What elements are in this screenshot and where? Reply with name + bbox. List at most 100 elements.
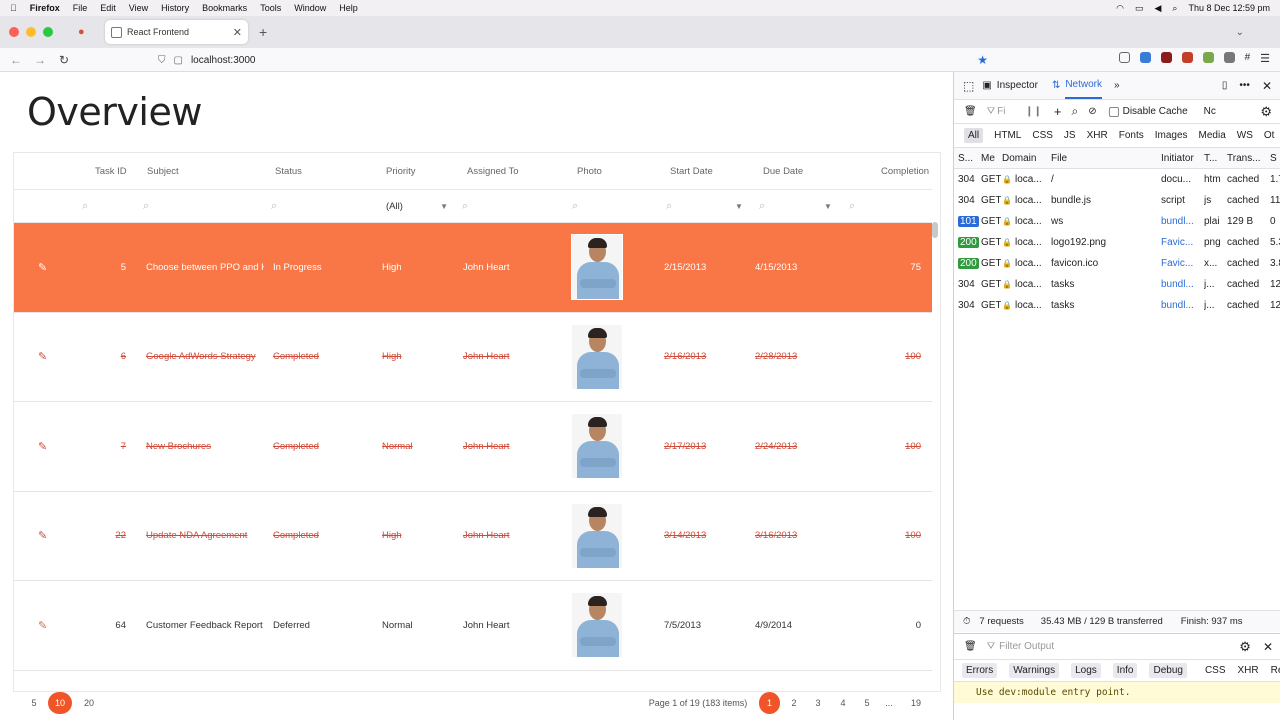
cell-subject[interactable]: Customer Feedback Report bbox=[146, 581, 264, 670]
ublock-icon[interactable] bbox=[1160, 52, 1172, 63]
cell-priority[interactable]: High bbox=[382, 313, 452, 402]
column-header-start-date[interactable]: Start Date bbox=[670, 153, 713, 189]
bookmark-star-icon[interactable]: ★ bbox=[977, 53, 988, 67]
page-3[interactable]: 3 bbox=[812, 692, 824, 714]
net-column-header-transferred[interactable]: Trans... bbox=[1227, 148, 1269, 168]
page-size-10[interactable]: 10 bbox=[48, 692, 72, 714]
battery-icon[interactable]: ▭ bbox=[1135, 3, 1144, 14]
menu-hamburger-icon[interactable]: ☰ bbox=[1260, 52, 1270, 65]
close-window-button[interactable] bbox=[9, 27, 19, 37]
cell-subject[interactable]: Google AdWords Strategy bbox=[146, 313, 264, 402]
net-column-header-initiator[interactable]: Initiator bbox=[1161, 148, 1203, 168]
more-tabs-icon[interactable]: » bbox=[1114, 80, 1120, 91]
block-icon[interactable]: ⊘ bbox=[1088, 106, 1096, 117]
network-request-row[interactable]: 304 GET 🔒 loca... bundle.js script js cached 11 bbox=[954, 190, 1280, 211]
type-filter-all[interactable]: All bbox=[964, 128, 984, 143]
type-filter-ot[interactable]: Ot bbox=[1264, 130, 1275, 141]
page-2[interactable]: 2 bbox=[788, 692, 800, 714]
menu-window[interactable]: Window bbox=[294, 3, 326, 13]
extension-multi-icon[interactable] bbox=[1202, 52, 1214, 63]
cell-assigned-to[interactable]: John Heart bbox=[463, 581, 553, 670]
volume-icon[interactable]: ◀ bbox=[1154, 3, 1161, 14]
table-row[interactable]: ✎ 7 New Brochures Completed Normal John Heart… bbox=[14, 402, 932, 492]
cell-priority[interactable]: High bbox=[382, 223, 452, 312]
cell-start-date[interactable]: 2/16/2013 bbox=[664, 313, 744, 402]
clear-trash-icon[interactable]: 🗑 bbox=[964, 106, 977, 117]
cell-task-id[interactable]: 64 bbox=[102, 581, 126, 670]
browser-tab[interactable]: React Frontend ✕ bbox=[105, 20, 248, 44]
extension-red-icon[interactable] bbox=[1181, 52, 1193, 63]
add-icon[interactable]: + bbox=[1054, 104, 1062, 119]
dock-icon[interactable]: ▯ bbox=[1222, 80, 1228, 91]
apple-icon[interactable]:  bbox=[10, 3, 17, 13]
tab-inspector[interactable]: Inspector bbox=[997, 80, 1038, 91]
disable-cache-label[interactable]: Disable Cache bbox=[1123, 106, 1188, 117]
net-column-header-method[interactable]: Me bbox=[981, 148, 1001, 168]
cell-status[interactable]: Completed bbox=[273, 313, 363, 402]
hash-icon[interactable]: # bbox=[1245, 52, 1251, 63]
cell-start-date[interactable]: 2/17/2013 bbox=[664, 402, 744, 491]
column-header-status[interactable]: Status bbox=[275, 153, 302, 189]
wifi-icon[interactable]: ◠ bbox=[1116, 3, 1124, 14]
menu-edit[interactable]: Edit bbox=[100, 3, 116, 13]
firefox-view-icon[interactable]: ● bbox=[78, 26, 85, 38]
edit-pencil-icon[interactable]: ✎ bbox=[38, 492, 47, 581]
net-column-header-status[interactable]: S... bbox=[958, 148, 980, 168]
net-column-header-size[interactable]: S bbox=[1270, 148, 1280, 168]
pause-icon[interactable]: ❙❙ bbox=[1025, 106, 1042, 117]
list-tabs-icon[interactable]: ⌄ bbox=[1236, 27, 1244, 38]
menu-tools[interactable]: Tools bbox=[260, 3, 281, 13]
page-19[interactable]: 19 bbox=[907, 692, 925, 714]
network-request-row[interactable]: 200 GET 🔒 loca... logo192.png Favic... png cach… bbox=[954, 232, 1280, 253]
cell-task-id[interactable]: 22 bbox=[102, 492, 126, 581]
cell-task-id[interactable]: 5 bbox=[102, 223, 126, 312]
page-size-20[interactable]: 20 bbox=[80, 692, 98, 714]
cell-subject[interactable]: New Brochures bbox=[146, 402, 264, 491]
type-filter-fonts[interactable]: Fonts bbox=[1119, 130, 1144, 141]
cell-due-date[interactable]: 4/9/2014 bbox=[755, 581, 835, 670]
reload-icon[interactable]: ↻ bbox=[52, 53, 76, 67]
search-icon[interactable]: ⌕ bbox=[1172, 3, 1177, 14]
cell-status[interactable]: Completed bbox=[273, 402, 363, 491]
console-filter-debug[interactable]: Debug bbox=[1149, 663, 1187, 678]
due-date-filter-chevron-icon[interactable]: ▼ bbox=[824, 190, 832, 222]
column-header-subject[interactable]: Subject bbox=[147, 153, 179, 189]
start-date-filter-chevron-icon[interactable]: ▼ bbox=[735, 190, 743, 222]
disable-cache-checkbox[interactable] bbox=[1108, 106, 1119, 117]
search-icon[interactable]: ⌕ bbox=[1071, 104, 1078, 119]
settings-gear-icon[interactable]: ⚙ bbox=[1260, 104, 1272, 120]
table-row[interactable]: ✎ 6 Google AdWords Strategy Completed High Jo… bbox=[14, 313, 932, 402]
table-row[interactable]: ✎ 64 Customer Feedback Report Deferred Norma… bbox=[14, 581, 932, 671]
page-1[interactable]: 1 bbox=[759, 692, 780, 714]
console-filter-logs[interactable]: Logs bbox=[1071, 663, 1101, 678]
page-size-5[interactable]: 5 bbox=[28, 692, 40, 714]
edit-pencil-icon[interactable]: ✎ bbox=[38, 581, 47, 670]
cell-subject[interactable]: Update NDA Agreement bbox=[146, 492, 264, 581]
cell-completion[interactable]: 100 bbox=[874, 402, 921, 491]
type-filter-images[interactable]: Images bbox=[1155, 130, 1188, 141]
page-4[interactable]: 4 bbox=[837, 692, 849, 714]
throttle-select[interactable]: Nc bbox=[1204, 106, 1216, 117]
shield-icon[interactable]: ⛉ bbox=[158, 55, 166, 66]
cell-completion[interactable]: 100 bbox=[874, 492, 921, 581]
cell-due-date[interactable]: 4/15/2013 bbox=[755, 223, 835, 312]
pick-element-icon[interactable]: ⬚ bbox=[963, 79, 974, 93]
filter-completion-search-icon[interactable]: ⌕ bbox=[849, 190, 855, 222]
minimize-window-button[interactable] bbox=[26, 27, 36, 37]
cell-task-id[interactable]: 6 bbox=[102, 313, 126, 402]
cell-assigned-to[interactable]: John Heart bbox=[463, 402, 553, 491]
console-filter-info[interactable]: Info bbox=[1112, 663, 1138, 678]
network-request-row[interactable]: 101 GET 🔒 loca... ws bundl... plai 129 B0 bbox=[954, 211, 1280, 232]
close-devtools-icon[interactable]: ✕ bbox=[1262, 79, 1272, 93]
filter-status-search-icon[interactable]: ⌕ bbox=[271, 190, 277, 222]
tab-network[interactable]: Network bbox=[1065, 72, 1103, 99]
column-header-assigned-to[interactable]: Assigned To bbox=[467, 153, 519, 189]
cell-start-date[interactable]: 2/15/2013 bbox=[664, 223, 744, 312]
new-tab-button[interactable]: + bbox=[259, 24, 267, 40]
cell-assigned-to[interactable]: John Heart bbox=[463, 223, 553, 312]
network-request-row[interactable]: 304 GET 🔒 loca... tasks bundl... j... cached 12 bbox=[954, 295, 1280, 316]
devtools-menu-icon[interactable]: ••• bbox=[1239, 80, 1250, 91]
type-filter-ws[interactable]: WS bbox=[1237, 130, 1253, 141]
type-filter-html[interactable]: HTML bbox=[994, 130, 1021, 141]
cell-priority[interactable]: High bbox=[382, 492, 452, 581]
